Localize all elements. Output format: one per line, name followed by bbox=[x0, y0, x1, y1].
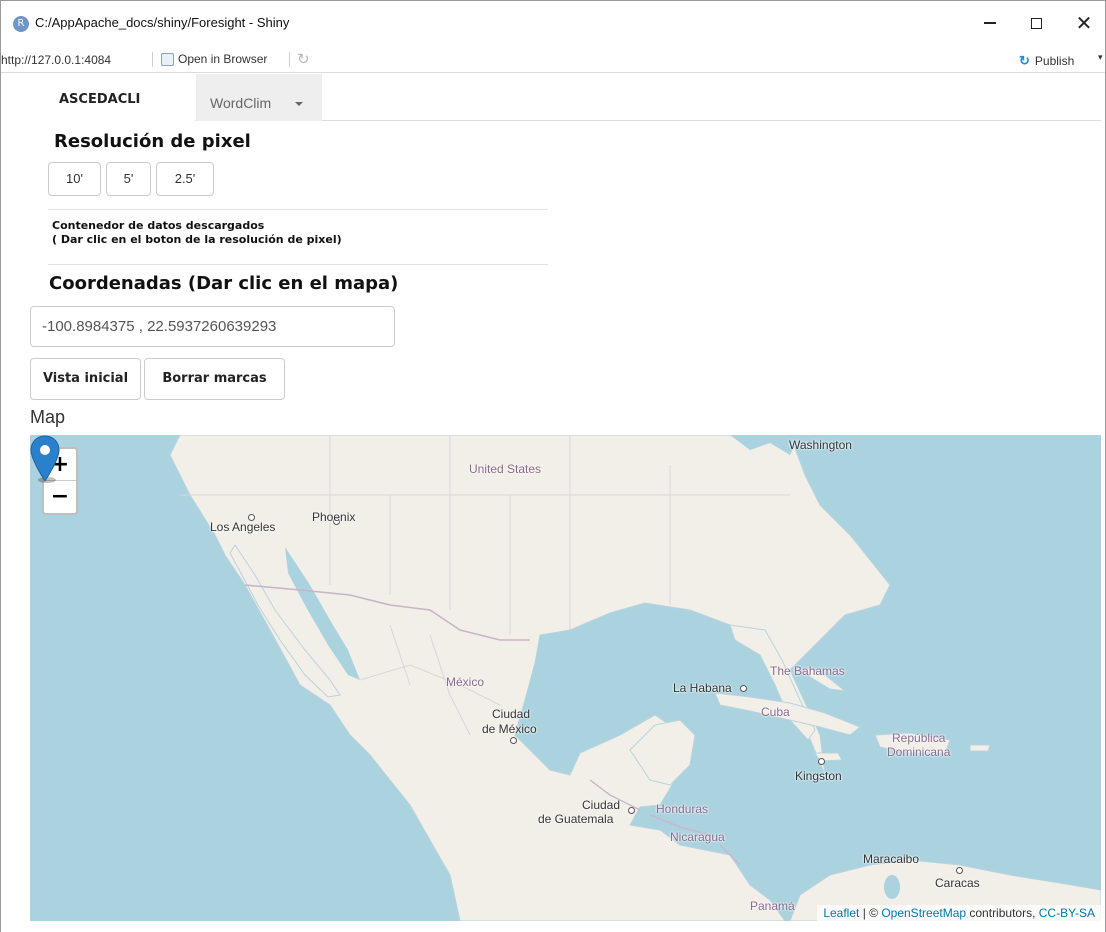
map-label-ciudad-de-guatemala-2: de Guatemala bbox=[538, 812, 614, 826]
map-label-united-states: United States bbox=[469, 462, 542, 476]
map-label-nicaragua: Nicaragua bbox=[670, 830, 725, 844]
note-line-2: ( Dar clic en el boton de la resolución … bbox=[52, 233, 342, 246]
map-label-washington: Washington bbox=[789, 438, 852, 452]
app-window: R C:/AppApache_docs/shiny/Foresight - Sh… bbox=[0, 0, 1106, 932]
resolution-heading: Resolución de pixel bbox=[54, 131, 251, 152]
caret-down-icon bbox=[295, 102, 303, 106]
close-icon: ✕ bbox=[1075, 11, 1093, 35]
map-label-dominicana: Dominicana bbox=[887, 745, 951, 759]
viewer-toolbar: http://127.0.0.1:4084 Open in Browser ↻ … bbox=[1, 47, 1105, 73]
coordinates-input[interactable] bbox=[30, 306, 395, 347]
maximize-button[interactable] bbox=[1013, 7, 1059, 41]
leaflet-link[interactable]: Leaflet bbox=[823, 906, 859, 920]
divider bbox=[48, 264, 548, 265]
zoom-out-button[interactable]: − bbox=[44, 481, 76, 513]
map-label-cuba: Cuba bbox=[761, 705, 790, 719]
resolution-2-5-button[interactable]: 2.5' bbox=[156, 162, 214, 196]
toolbar-divider bbox=[289, 52, 290, 67]
divider bbox=[48, 209, 548, 210]
map-label-the-bahamas: The Bahamas bbox=[770, 664, 845, 678]
map-label-los-angeles: Los Angeles bbox=[210, 520, 276, 534]
browser-window-icon bbox=[161, 52, 174, 66]
map-label-caracas: Caracas bbox=[935, 876, 980, 890]
initial-view-button[interactable]: Vista inicial bbox=[30, 358, 141, 400]
minimize-icon bbox=[984, 22, 996, 24]
title-bar: R C:/AppApache_docs/shiny/Foresight - Sh… bbox=[1, 1, 1105, 47]
publish-button[interactable]: ↻ Publish bbox=[1019, 53, 1074, 69]
attribution-contributors: contributors, bbox=[966, 906, 1039, 920]
map-label-mexico: México bbox=[446, 675, 485, 689]
resolution-5-button[interactable]: 5' bbox=[106, 162, 151, 196]
tab-label: ASCEDACLI bbox=[59, 92, 141, 107]
navbar-tabs: ASCEDACLI WordClim bbox=[31, 74, 1101, 121]
map-marker-icon[interactable] bbox=[30, 435, 60, 483]
attribution-sep: | © bbox=[859, 906, 882, 920]
city-dot-icon bbox=[510, 737, 517, 744]
map-label-honduras: Honduras bbox=[656, 802, 709, 816]
open-in-browser-label: Open in Browser bbox=[178, 52, 268, 66]
map-label-maracaibo: Maracaibo bbox=[863, 852, 920, 866]
land-puerto-rico bbox=[969, 744, 991, 752]
tab-wordclim-dropdown[interactable]: WordClim bbox=[196, 74, 322, 121]
clear-marks-button[interactable]: Borrar marcas bbox=[144, 358, 285, 400]
coordinates-heading: Coordenadas (Dar clic en el mapa) bbox=[49, 273, 399, 294]
openstreetmap-link[interactable]: OpenStreetMap bbox=[881, 906, 966, 920]
note-line-1: Contenedor de datos descargados bbox=[52, 219, 265, 232]
city-dot-icon bbox=[740, 685, 747, 692]
city-dot-icon bbox=[818, 758, 825, 765]
minimize-button[interactable] bbox=[967, 7, 1013, 41]
city-dot-icon bbox=[628, 807, 635, 814]
map-label-kingston: Kingston bbox=[795, 769, 842, 783]
publish-label: Publish bbox=[1034, 54, 1075, 68]
close-button[interactable]: ✕ bbox=[1061, 7, 1106, 41]
map-label-ciudad-de-guatemala-1: Ciudad bbox=[582, 798, 621, 812]
toolbar-divider bbox=[152, 52, 153, 67]
r-logo-icon: R bbox=[13, 16, 29, 32]
map-label-la-habana: La Habana bbox=[673, 681, 732, 695]
open-in-browser-button[interactable]: Open in Browser bbox=[161, 52, 267, 66]
map-label: Map bbox=[30, 407, 66, 427]
window-title: C:/AppApache_docs/shiny/Foresight - Shin… bbox=[35, 15, 290, 30]
map-label-panama: Panamá bbox=[750, 899, 795, 913]
download-container-note: Contenedor de datos descargados ( Dar cl… bbox=[52, 219, 342, 247]
publish-icon: ↻ bbox=[1019, 53, 1030, 68]
maximize-icon bbox=[1030, 17, 1042, 29]
tab-label: WordClim bbox=[210, 95, 272, 111]
map-label-ciudad-de-mexico-1: Ciudad bbox=[492, 707, 531, 721]
refresh-icon[interactable]: ↻ bbox=[297, 50, 310, 68]
lake-maracaibo bbox=[884, 875, 900, 899]
map-label-ciudad-de-mexico-2: de México bbox=[482, 722, 537, 736]
map-label-phoenix: Phoenix bbox=[312, 510, 356, 524]
city-dot-icon bbox=[956, 867, 963, 874]
map-label-republica: República bbox=[892, 731, 946, 745]
map-tiles bbox=[169, 435, 1101, 921]
tab-ascedacli[interactable]: ASCEDACLI bbox=[31, 74, 195, 121]
url-text[interactable]: http://127.0.0.1:4084 bbox=[1, 53, 111, 67]
shiny-app: ASCEDACLI WordClim Resolución de pixel 1… bbox=[1, 74, 1105, 932]
license-link[interactable]: CC-BY-SA bbox=[1039, 906, 1095, 920]
map-attribution: Leaflet | © OpenStreetMap contributors, … bbox=[817, 905, 1101, 921]
leaflet-map[interactable]: + − Washington United States Phoenix Los… bbox=[30, 435, 1101, 921]
resolution-10-button[interactable]: 10' bbox=[48, 162, 101, 196]
chevron-down-icon[interactable]: ▾ bbox=[1098, 52, 1103, 63]
